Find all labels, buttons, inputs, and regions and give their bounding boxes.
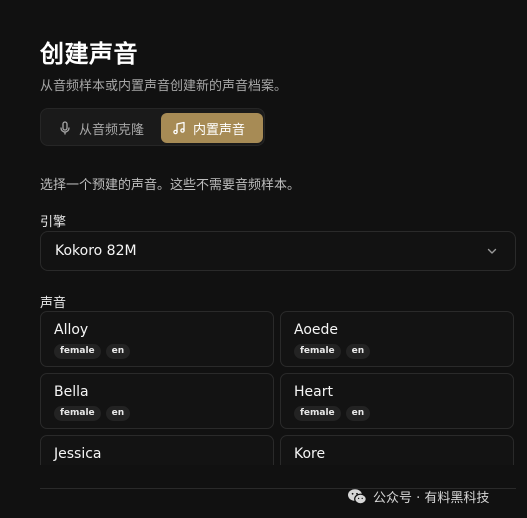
- voice-card-alloy[interactable]: Alloy female en: [40, 311, 274, 367]
- voice-card-aoede[interactable]: Aoede female en: [280, 311, 514, 367]
- voice-card-jessica[interactable]: Jessica female en: [40, 435, 274, 465]
- voice-name: Aoede: [294, 322, 339, 338]
- voice-name: Alloy: [54, 322, 89, 338]
- watermark: 公众号 · 有料黑科技: [347, 487, 489, 506]
- chevron-down-icon: [485, 244, 499, 258]
- tab-clone-from-audio[interactable]: 从音频克隆: [51, 113, 161, 143]
- voice-card-heart[interactable]: Heart female en: [280, 373, 514, 429]
- voice-name: Bella: [54, 384, 89, 400]
- tab-builtin-voices[interactable]: 内置声音: [161, 113, 263, 143]
- page-subtitle: 从音频样本或内置声音创建新的声音档案。: [40, 79, 288, 94]
- voice-label: 声音: [40, 296, 67, 311]
- voice-name: Jessica: [54, 446, 102, 462]
- music-note-icon: [171, 120, 187, 136]
- engine-select[interactable]: Kokoro 82M: [40, 231, 516, 271]
- language-badge: en: [345, 344, 371, 359]
- mode-switch: 从音频克隆 内置声音: [40, 108, 265, 146]
- page-title: 创建声音: [40, 40, 138, 68]
- language-badge: en: [345, 406, 371, 421]
- voice-card-kore[interactable]: Kore female en: [280, 435, 514, 465]
- gender-badge: female: [294, 406, 341, 421]
- engine-selected-value: Kokoro 82M: [55, 243, 137, 259]
- gender-badge: female: [294, 344, 341, 359]
- language-badge: en: [105, 406, 131, 421]
- gender-badge: female: [54, 344, 101, 359]
- gender-badge: female: [54, 406, 101, 421]
- voice-name: Kore: [294, 446, 326, 462]
- builtin-description: 选择一个预建的声音。这些不需要音频样本。: [40, 178, 301, 193]
- tab-clone-label: 从音频克隆: [79, 122, 145, 138]
- tab-builtin-label: 内置声音: [193, 122, 246, 138]
- microphone-icon: [57, 120, 73, 136]
- voice-card-bella[interactable]: Bella female en: [40, 373, 274, 429]
- wechat-icon: [347, 488, 367, 506]
- create-voice-page: 创建声音 从音频样本或内置声音创建新的声音档案。 从音频克隆 内置声音 选择一个…: [0, 0, 527, 518]
- watermark-text: 公众号 · 有料黑科技: [373, 491, 490, 506]
- language-badge: en: [105, 344, 131, 359]
- voice-name: Heart: [294, 384, 333, 400]
- engine-label: 引擎: [40, 215, 67, 230]
- voice-grid: Alloy female en Aoede female en Bella fe…: [40, 311, 516, 465]
